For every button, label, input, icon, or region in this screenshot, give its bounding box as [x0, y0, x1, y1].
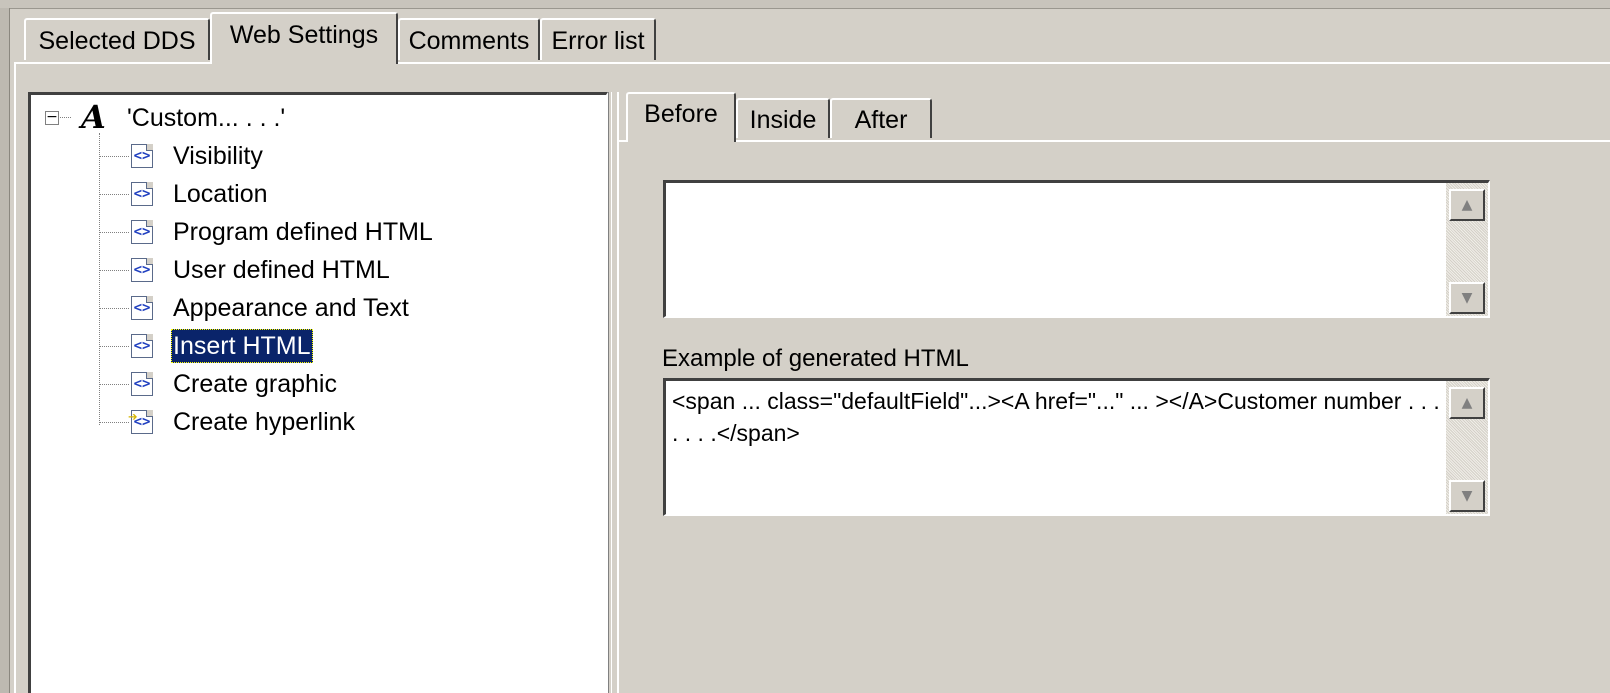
tab-inside[interactable]: Inside: [736, 98, 830, 138]
tree-item-label: Visibility: [173, 142, 263, 170]
tree-connector: [99, 232, 129, 233]
tree-root-label: 'Custom... . . .': [127, 104, 286, 132]
tab-web-settings[interactable]: Web Settings: [210, 12, 398, 64]
tab-before[interactable]: Before: [626, 92, 736, 142]
html-tag-icon: <>: [131, 334, 153, 358]
tab-selected-dds[interactable]: Selected DDS: [24, 18, 210, 60]
tree-connector: [99, 384, 129, 385]
tree-item-label: Appearance and Text: [173, 294, 409, 322]
tab-after[interactable]: After: [830, 98, 932, 138]
tab-comments[interactable]: Comments: [398, 18, 540, 60]
tree-root-row[interactable]: − A 'Custom... . . .': [41, 101, 441, 135]
tree-item-label: Create hyperlink: [173, 408, 356, 436]
tree-item-label: Program defined HTML: [173, 218, 433, 246]
subtab-strip-edge: [617, 140, 1610, 142]
tree-item-label: Location: [173, 180, 268, 208]
tree-item-appearance-and-text[interactable]: <> Appearance and Text: [99, 291, 559, 325]
tree-item-insert-html[interactable]: <> Insert HTML: [99, 329, 559, 363]
tree-item-user-defined-html[interactable]: <> User defined HTML: [99, 253, 559, 287]
html-tag-icon: <>: [131, 372, 153, 396]
scroll-down-icon[interactable]: ▼: [1449, 282, 1485, 314]
scroll-up-icon[interactable]: ▲: [1449, 387, 1485, 419]
html-tag-icon: <>: [131, 220, 153, 244]
window-left-border: [0, 8, 10, 693]
tree-item-label-selected: Insert HTML: [171, 329, 313, 363]
collapse-icon[interactable]: −: [45, 110, 59, 125]
tree-item-create-graphic[interactable]: <> Create graphic: [99, 367, 559, 401]
tree-connector: [99, 346, 129, 347]
tree-item-label: User defined HTML: [173, 256, 390, 284]
before-html-textarea[interactable]: ▲ ▼: [663, 180, 1490, 318]
html-tag-icon: <>: [131, 182, 153, 206]
tree-item-program-defined-html[interactable]: <> Program defined HTML: [99, 215, 559, 249]
tree-connector: [99, 422, 129, 423]
settings-tree[interactable]: − A 'Custom... . . .' <> Visibility <> L…: [28, 92, 608, 693]
example-html-textarea[interactable]: <span ... class="defaultField"...><A hre…: [663, 378, 1490, 516]
html-tag-icon: <>: [131, 296, 153, 320]
pane-splitter[interactable]: [608, 92, 612, 693]
tree-item-location[interactable]: <> Location: [99, 177, 559, 211]
tab-error-list[interactable]: Error list: [540, 18, 656, 60]
tree-item-visibility[interactable]: <> Visibility: [99, 139, 559, 173]
hyperlink-icon: <> ➔: [128, 407, 153, 434]
text-style-A-icon: A: [81, 98, 106, 136]
scroll-down-icon[interactable]: ▼: [1449, 480, 1485, 512]
tree-connector: [99, 270, 129, 271]
example-label: Example of generated HTML: [662, 345, 969, 372]
arrow-icon: ➔: [128, 407, 138, 426]
tree-connector: [99, 156, 129, 157]
tree-item-label: Create graphic: [173, 370, 337, 398]
scroll-up-icon[interactable]: ▲: [1449, 189, 1485, 221]
window-top-border: [0, 0, 1610, 9]
before-html-scrollbar[interactable]: ▲ ▼: [1446, 183, 1488, 316]
tree-item-create-hyperlink[interactable]: <> ➔ Create hyperlink: [99, 405, 559, 439]
example-html-text: <span ... class="defaultField"...><A hre…: [672, 388, 1447, 446]
tree-connector: [99, 308, 129, 309]
example-html-scrollbar[interactable]: ▲ ▼: [1446, 381, 1488, 514]
html-tag-icon: <>: [131, 258, 153, 282]
tree-connector: [99, 194, 129, 195]
html-tag-icon: <>: [131, 144, 153, 168]
